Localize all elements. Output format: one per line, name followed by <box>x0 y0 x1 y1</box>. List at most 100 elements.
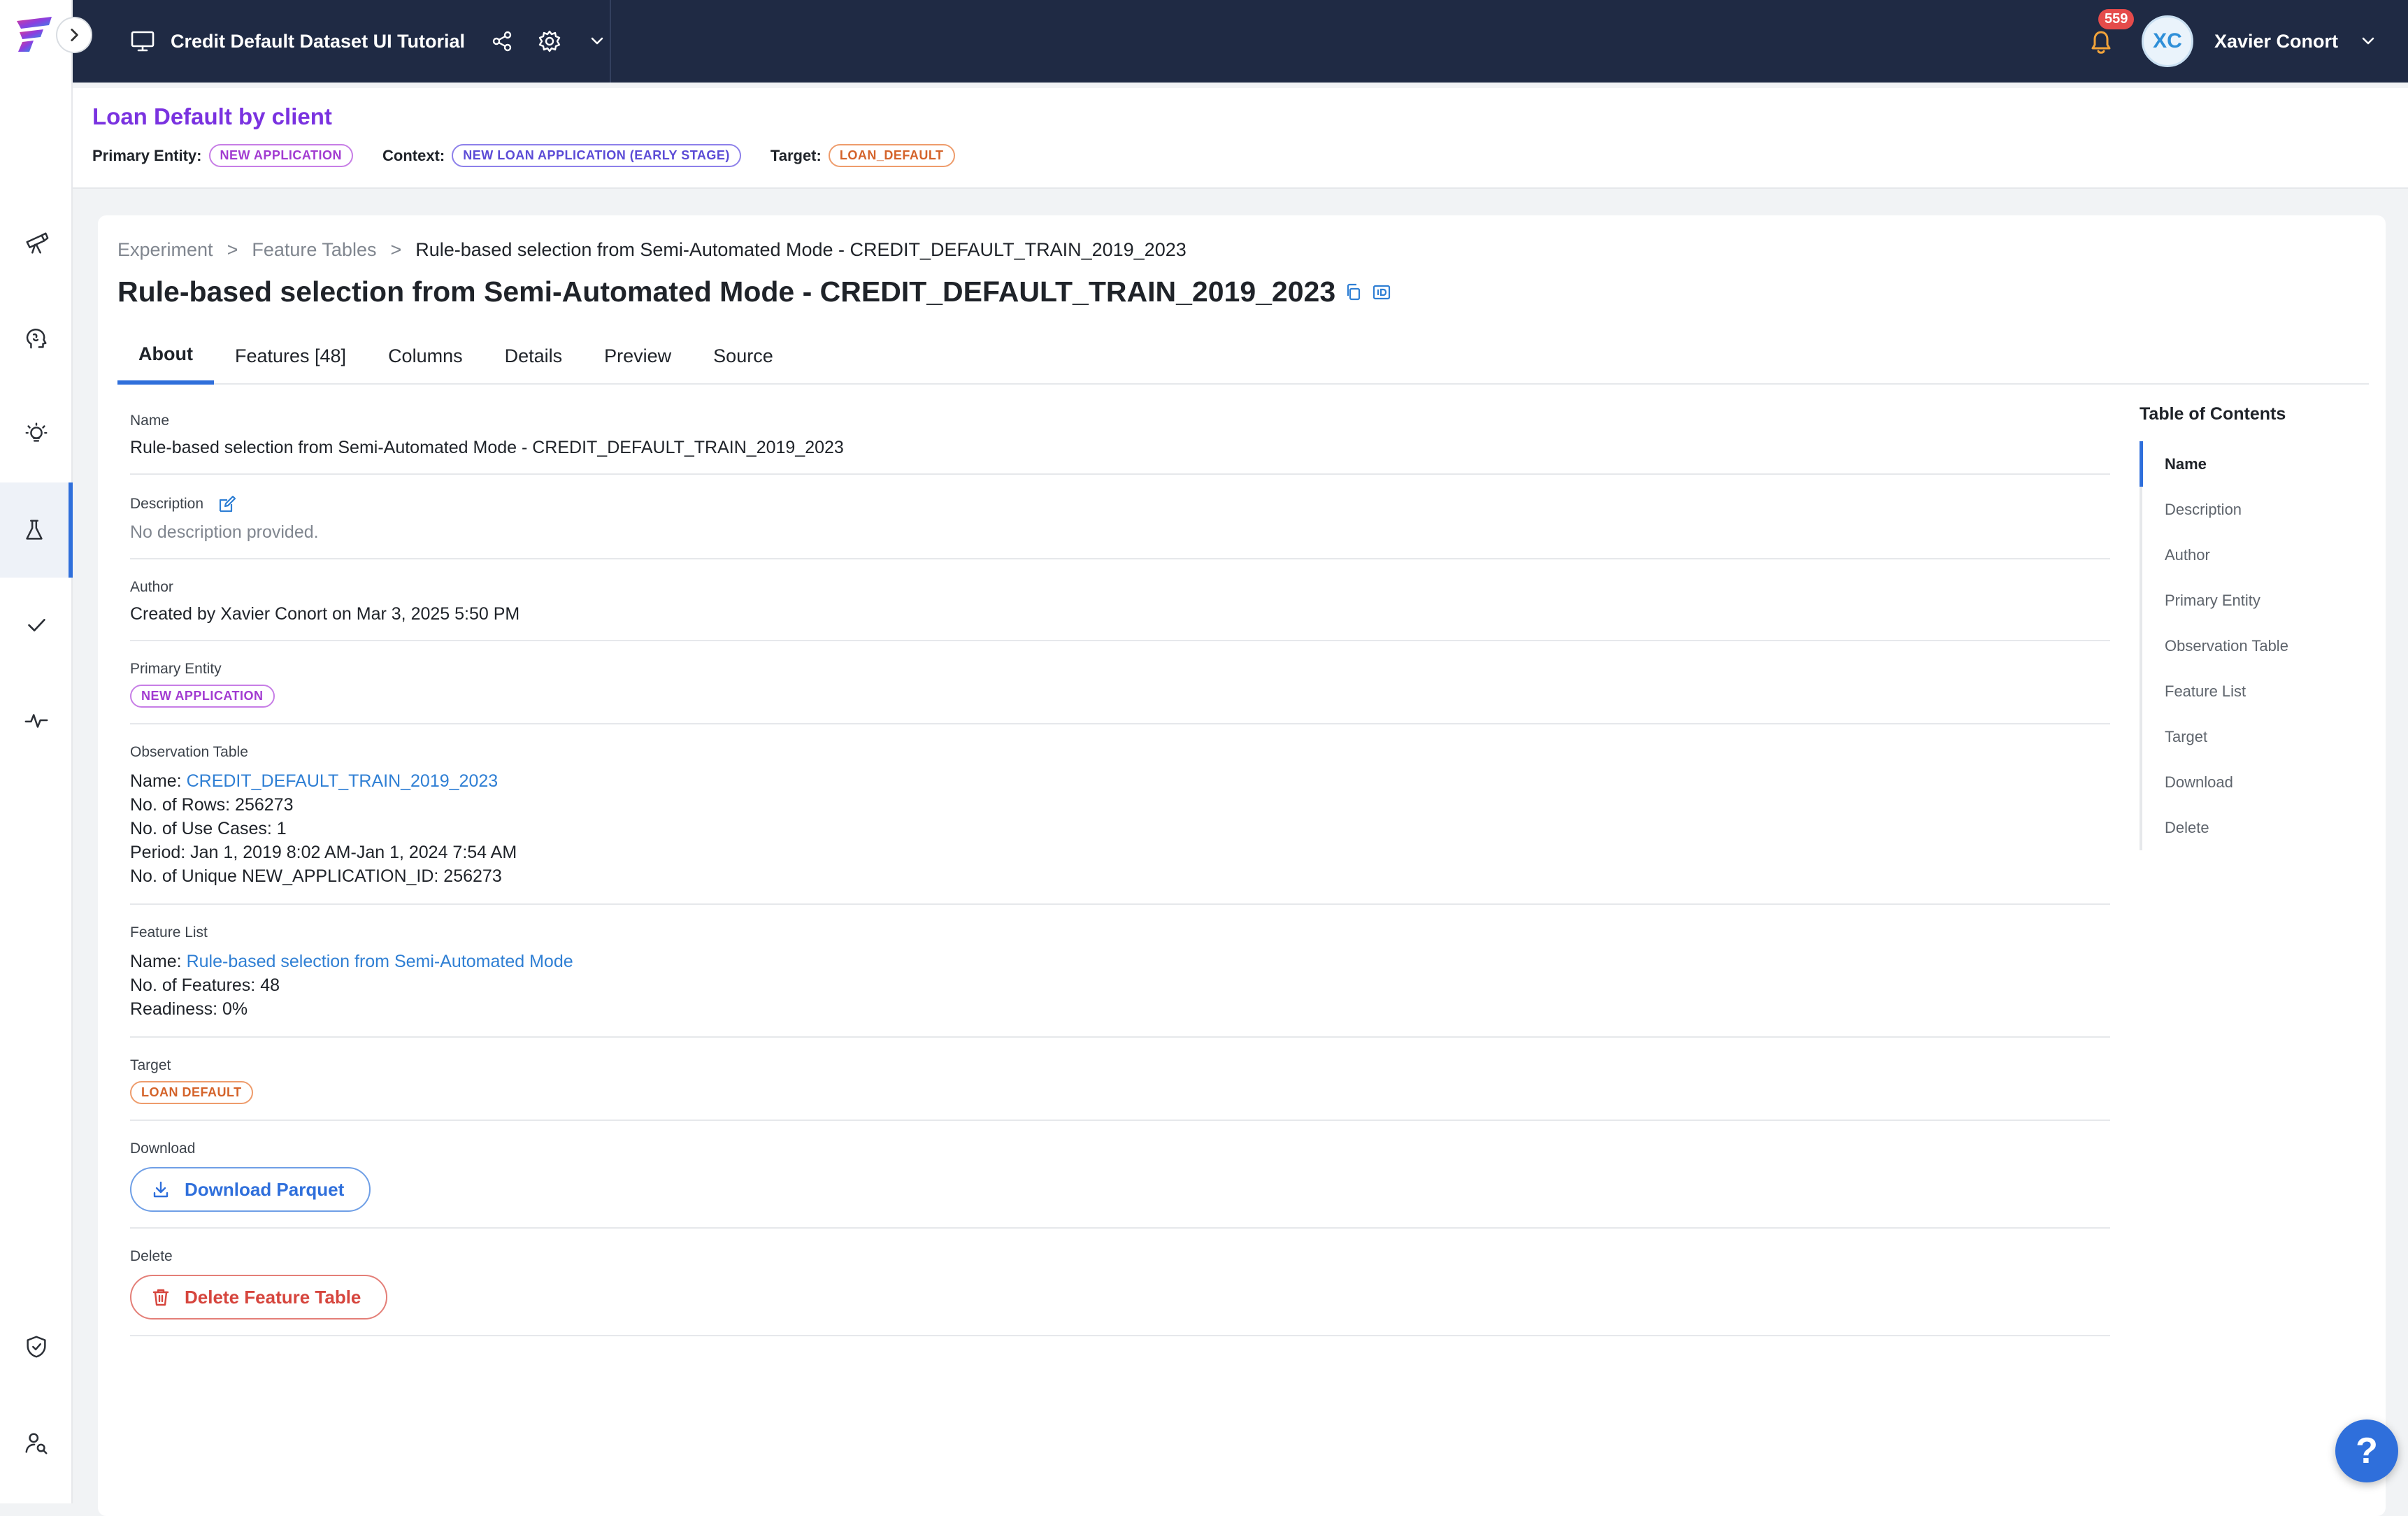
target-value-badge[interactable]: LOAN DEFAULT <box>130 1081 253 1104</box>
section-primary-entity: Primary Entity NEW APPLICATION <box>130 641 2110 724</box>
page-title: Rule-based selection from Semi-Automated… <box>117 276 1391 308</box>
observation-rows: No. of Rows: 256273 <box>130 795 294 815</box>
breadcrumb-feature-tables[interactable]: Feature Tables <box>252 239 376 261</box>
avatar[interactable]: XC <box>2141 15 2193 67</box>
left-nav-rail <box>0 0 92 1503</box>
flask-icon <box>26 520 43 540</box>
download-label: Download <box>130 1140 196 1157</box>
target-badge[interactable]: LOAN_DEFAULT <box>828 144 955 167</box>
catalog-title[interactable]: Loan Default by client <box>92 103 332 130</box>
check-icon <box>28 619 45 631</box>
description-label: Description <box>130 496 204 512</box>
toc-item-name[interactable]: Name <box>2140 441 2370 487</box>
breadcrumb-separator: > <box>390 239 402 260</box>
copy-icon[interactable] <box>1344 283 1363 302</box>
share-icon[interactable] <box>490 29 514 53</box>
breadcrumb-experiment[interactable]: Experiment <box>117 239 213 261</box>
tab-preview[interactable]: Preview <box>583 327 692 385</box>
feature-list-count: No. of Features: 48 <box>130 975 280 995</box>
author-value: Created by Xavier Conort on Mar 3, 2025 … <box>130 604 520 624</box>
tab-columns[interactable]: Columns <box>367 327 484 385</box>
toc-list: Name Description Author Primary Entity O… <box>2140 441 2370 850</box>
primary-entity-badge[interactable]: NEW APPLICATION <box>208 144 353 167</box>
target-section-label: Target <box>130 1057 171 1073</box>
app-logo[interactable] <box>13 15 56 53</box>
nav-admin[interactable] <box>0 1299 73 1394</box>
section-download: Download Download Parquet <box>130 1121 2110 1229</box>
catalog-meta: Primary Entity: NEW APPLICATION Context:… <box>92 144 984 167</box>
help-button[interactable]: ? <box>2335 1420 2398 1482</box>
id-icon[interactable] <box>1372 283 1391 302</box>
observation-unique: No. of Unique NEW_APPLICATION_ID: 256273 <box>130 866 502 886</box>
about-content: Name Rule-based selection from Semi-Auto… <box>130 403 2110 1336</box>
toc-item-target[interactable]: Target <box>2142 714 2370 759</box>
observation-use-cases: No. of Use Cases: 1 <box>130 819 287 838</box>
toc-item-primary-entity[interactable]: Primary Entity <box>2142 578 2370 623</box>
feature-table-card: Experiment > Feature Tables > Rule-based… <box>98 215 2386 1516</box>
context-label: Context: <box>382 146 445 164</box>
primary-entity-label: Primary Entity: <box>92 146 202 164</box>
nav-user-search[interactable] <box>0 1396 73 1491</box>
primary-entity-section-label: Primary Entity <box>130 661 222 677</box>
toc-item-download[interactable]: Download <box>2142 759 2370 805</box>
description-value: No description provided. <box>130 522 319 542</box>
trash-icon <box>152 1289 169 1306</box>
user-name[interactable]: Xavier Conort <box>2214 31 2338 52</box>
tab-features[interactable]: Features [48] <box>214 327 367 385</box>
nav-ideation[interactable] <box>0 386 73 481</box>
section-feature-list: Feature List Name: Rule-based selection … <box>130 905 2110 1038</box>
project-title[interactable]: Credit Default Dataset UI Tutorial <box>171 31 465 52</box>
nav-approvals[interactable] <box>0 578 73 673</box>
context-badge[interactable]: NEW LOAN APPLICATION (EARLY STAGE) <box>452 144 741 167</box>
bell-icon <box>2091 31 2111 54</box>
tab-source[interactable]: Source <box>692 327 794 385</box>
delete-label: Delete <box>130 1248 173 1264</box>
section-author: Author Created by Xavier Conort on Mar 3… <box>130 559 2110 641</box>
observation-table-link[interactable]: CREDIT_DEFAULT_TRAIN_2019_2023 <box>187 771 499 791</box>
toc-item-delete[interactable]: Delete <box>2142 805 2370 850</box>
feature-list-name-key: Name: <box>130 952 182 971</box>
nav-experiment[interactable] <box>0 482 73 578</box>
chevron-down-icon[interactable] <box>585 29 609 53</box>
feature-list-label: Feature List <box>130 924 208 941</box>
toc-item-observation-table[interactable]: Observation Table <box>2142 623 2370 668</box>
observation-table-label: Observation Table <box>130 744 248 760</box>
primary-entity-value-badge[interactable]: NEW APPLICATION <box>130 685 275 708</box>
chevron-down-icon[interactable] <box>2356 29 2380 53</box>
tab-details[interactable]: Details <box>484 327 584 385</box>
observation-period: Period: Jan 1, 2019 8:02 AM-Jan 1, 2024 … <box>130 843 517 862</box>
breadcrumb: Experiment > Feature Tables > Rule-based… <box>117 239 1187 261</box>
name-label: Name <box>130 413 170 429</box>
notification-count-badge: 559 <box>2098 9 2135 29</box>
nav-monitoring[interactable] <box>0 673 73 768</box>
download-parquet-label: Download Parquet <box>185 1178 345 1200</box>
feature-list-readiness: Readiness: 0% <box>130 999 248 1019</box>
description-label-row: Description <box>130 494 2110 514</box>
notifications-button[interactable]: 559 <box>2086 9 2135 57</box>
shield-icon <box>27 1336 46 1358</box>
page-title-text: Rule-based selection from Semi-Automated… <box>117 276 1336 308</box>
target-label: Target: <box>770 146 822 164</box>
feature-list-link[interactable]: Rule-based selection from Semi-Automated… <box>187 952 573 971</box>
gear-icon[interactable] <box>538 29 561 53</box>
section-observation-table: Observation Table Name: CREDIT_DEFAULT_T… <box>130 724 2110 905</box>
delete-feature-table-label: Delete Feature Table <box>185 1286 361 1308</box>
expand-sidebar-button[interactable] <box>56 17 92 53</box>
lightbulb-icon <box>25 422 48 442</box>
breadcrumb-current: Rule-based selection from Semi-Automated… <box>415 239 1187 260</box>
top-bar: Credit Default Dataset UI Tutorial 559 X… <box>73 0 2408 83</box>
breadcrumb-separator: > <box>227 239 238 260</box>
tab-bar: About Features [48] Columns Details Prev… <box>117 327 2369 385</box>
toc-item-description[interactable]: Description <box>2142 487 2370 532</box>
download-parquet-button[interactable]: Download Parquet <box>130 1167 371 1212</box>
section-name: Name Rule-based selection from Semi-Auto… <box>130 403 2110 475</box>
nav-knowledge[interactable] <box>0 291 73 386</box>
edit-icon[interactable] <box>217 494 237 514</box>
nav-overview[interactable] <box>0 196 73 291</box>
tab-about[interactable]: About <box>117 327 214 385</box>
delete-feature-table-button[interactable]: Delete Feature Table <box>130 1275 388 1320</box>
telescope-icon <box>26 232 49 254</box>
toc-item-feature-list[interactable]: Feature List <box>2142 668 2370 714</box>
toc-item-author[interactable]: Author <box>2142 532 2370 578</box>
chevron-right-icon <box>71 29 78 41</box>
